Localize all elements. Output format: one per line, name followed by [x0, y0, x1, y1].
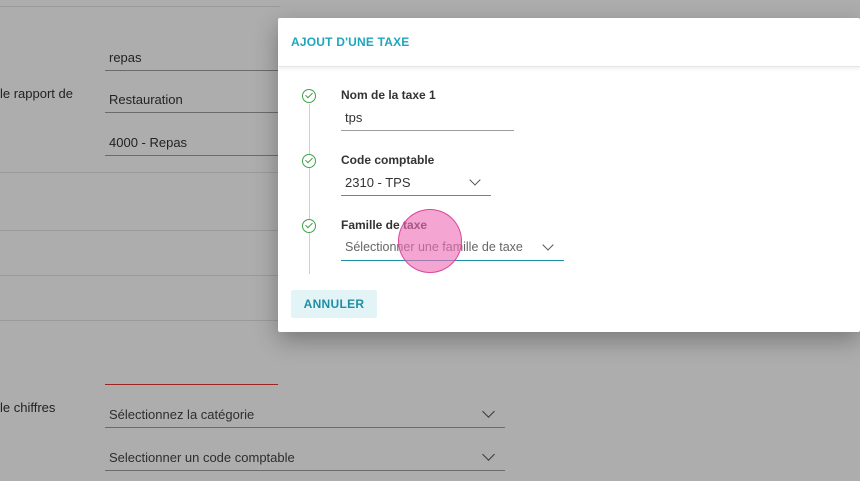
field-underline	[341, 130, 514, 131]
tax-name-label: Nom de la taxe 1	[341, 88, 436, 102]
chevron-down-icon	[542, 239, 554, 251]
cancel-button[interactable]: ANNULER	[291, 290, 377, 318]
dialog-header: AJOUT D'UNE TAXE	[278, 18, 860, 67]
account-code-label: Code comptable	[341, 153, 435, 167]
field-underline	[341, 195, 491, 196]
stepper-line	[309, 104, 310, 274]
dialog-title: AJOUT D'UNE TAXE	[291, 35, 410, 49]
step-complete-check-icon	[302, 154, 316, 168]
add-tax-dialog: AJOUT D'UNE TAXE Nom de la taxe 1 tps Co…	[278, 18, 860, 332]
chevron-down-icon	[469, 174, 481, 186]
step-complete-check-icon	[302, 219, 316, 233]
touch-pointer-indicator	[398, 209, 462, 273]
tax-name-input[interactable]: tps	[345, 110, 362, 125]
account-code-select[interactable]: 2310 - TPS	[345, 175, 411, 190]
step-complete-check-icon	[302, 89, 316, 103]
